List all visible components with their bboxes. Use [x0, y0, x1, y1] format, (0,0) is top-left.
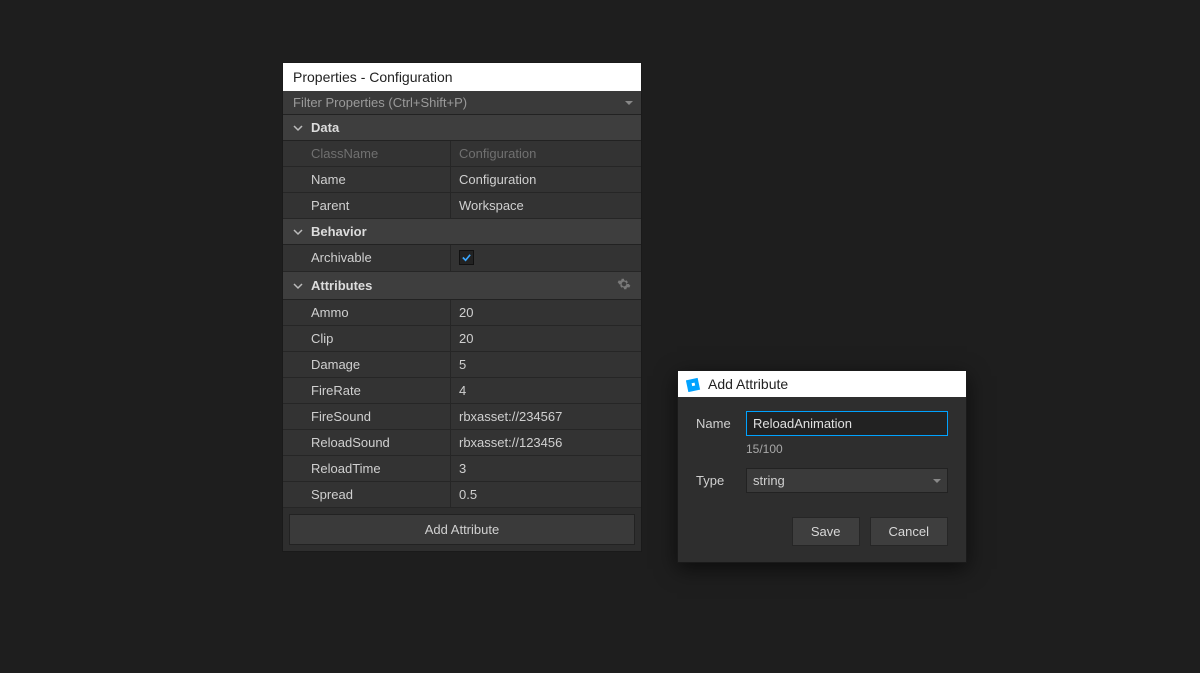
- property-name: ReloadSound: [283, 430, 451, 455]
- section-data-header[interactable]: Data: [283, 115, 641, 141]
- chevron-down-icon: [293, 281, 303, 291]
- section-label: Attributes: [311, 278, 372, 293]
- modal-title-text: Add Attribute: [708, 376, 788, 392]
- property-name: FireSound: [283, 404, 451, 429]
- property-value[interactable]: rbxasset://234567: [451, 404, 641, 429]
- property-name: Damage: [283, 352, 451, 377]
- chevron-down-icon: [933, 479, 941, 483]
- add-attribute-modal: Add Attribute Name 15/100 Type string Sa…: [677, 370, 967, 563]
- save-button[interactable]: Save: [792, 517, 860, 546]
- section-behavior-header[interactable]: Behavior: [283, 219, 641, 245]
- property-value[interactable]: Configuration: [451, 167, 641, 192]
- section-label: Behavior: [311, 224, 367, 239]
- property-value[interactable]: 5: [451, 352, 641, 377]
- property-name: Archivable: [283, 245, 451, 271]
- property-row-parent[interactable]: Parent Workspace: [283, 193, 641, 219]
- section-attributes-header[interactable]: Attributes: [283, 272, 641, 300]
- property-row-firerate[interactable]: FireRate 4: [283, 378, 641, 404]
- modal-footer: Save Cancel: [678, 505, 966, 562]
- name-label: Name: [696, 416, 746, 431]
- attribute-type-select[interactable]: string: [746, 468, 948, 493]
- property-row-clip[interactable]: Clip 20: [283, 326, 641, 352]
- chevron-down-icon: [293, 227, 303, 237]
- section-label: Data: [311, 120, 339, 135]
- property-row-archivable[interactable]: Archivable: [283, 245, 641, 272]
- property-value[interactable]: 3: [451, 456, 641, 481]
- chevron-down-icon: [293, 123, 303, 133]
- select-value: string: [753, 473, 785, 488]
- property-name: Name: [283, 167, 451, 192]
- property-value: Configuration: [451, 141, 641, 166]
- property-name: Ammo: [283, 300, 451, 325]
- property-value[interactable]: 4: [451, 378, 641, 403]
- property-row-name[interactable]: Name Configuration: [283, 167, 641, 193]
- field-row-name: Name: [696, 411, 948, 436]
- chevron-down-icon[interactable]: [625, 101, 633, 105]
- modal-titlebar: Add Attribute: [678, 371, 966, 397]
- field-row-type: Type string: [696, 468, 948, 493]
- filter-row[interactable]: [283, 91, 641, 115]
- property-value[interactable]: [451, 245, 641, 271]
- property-value[interactable]: 20: [451, 300, 641, 325]
- property-row-spread[interactable]: Spread 0.5: [283, 482, 641, 508]
- modal-body: Name 15/100 Type string: [678, 397, 966, 505]
- properties-panel: Properties - Configuration Data ClassNam…: [282, 62, 642, 552]
- property-value[interactable]: rbxasset://123456: [451, 430, 641, 455]
- checkbox-archivable[interactable]: [459, 250, 474, 265]
- property-value[interactable]: 20: [451, 326, 641, 351]
- property-row-classname: ClassName Configuration: [283, 141, 641, 167]
- property-row-reloadtime[interactable]: ReloadTime 3: [283, 456, 641, 482]
- property-name: Clip: [283, 326, 451, 351]
- property-row-reloadsound[interactable]: ReloadSound rbxasset://123456: [283, 430, 641, 456]
- property-name: Spread: [283, 482, 451, 507]
- property-row-ammo[interactable]: Ammo 20: [283, 300, 641, 326]
- property-name: FireRate: [283, 378, 451, 403]
- filter-properties-input[interactable]: [293, 95, 625, 110]
- attribute-name-input[interactable]: [746, 411, 948, 436]
- property-row-firesound[interactable]: FireSound rbxasset://234567: [283, 404, 641, 430]
- char-counter: 15/100: [746, 442, 948, 456]
- cancel-button[interactable]: Cancel: [870, 517, 948, 546]
- property-name: Parent: [283, 193, 451, 218]
- property-row-damage[interactable]: Damage 5: [283, 352, 641, 378]
- property-name: ClassName: [283, 141, 451, 166]
- property-name: ReloadTime: [283, 456, 451, 481]
- property-value[interactable]: Workspace: [451, 193, 641, 218]
- roblox-icon: [686, 376, 702, 392]
- gear-icon[interactable]: [617, 277, 631, 294]
- property-value[interactable]: 0.5: [451, 482, 641, 507]
- type-label: Type: [696, 473, 746, 488]
- panel-title: Properties - Configuration: [283, 63, 641, 91]
- add-attribute-button[interactable]: Add Attribute: [289, 514, 635, 545]
